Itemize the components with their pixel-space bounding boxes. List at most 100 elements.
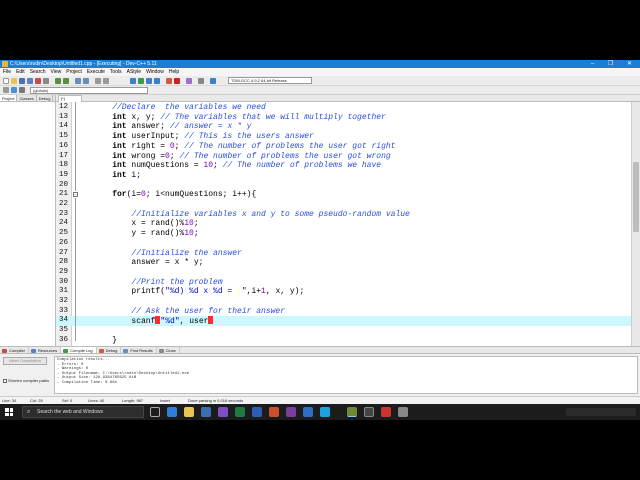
code-line[interactable]: 21 for(i=0; i<numQuestions; i++){ [56, 190, 631, 200]
code-text: int x, y; // The variables that we will … [112, 112, 386, 122]
menu-project[interactable]: Project [66, 68, 82, 76]
devcpp-taskbar-icon[interactable] [347, 407, 357, 417]
help-icon[interactable] [210, 78, 216, 84]
save-icon[interactable] [19, 78, 25, 84]
powerpoint-icon[interactable] [269, 407, 279, 417]
rebuild-icon[interactable] [154, 78, 160, 84]
side-tab-classes[interactable]: Classes [17, 95, 37, 101]
fold-toggle-icon[interactable]: − [73, 192, 78, 198]
taskbar-search-box[interactable]: ⌕ Search the web and Windows [22, 406, 144, 418]
menu-file[interactable]: File [3, 68, 11, 76]
code-text: //Initialize the answer [131, 248, 242, 258]
side-tab-debug[interactable]: Debug [37, 95, 54, 101]
menu-edit[interactable]: Edit [16, 68, 25, 76]
abort-compilation-button[interactable]: Abort Compilation [3, 357, 47, 365]
run-icon[interactable] [138, 78, 144, 84]
file-tab-untitled1[interactable]: [*] Untitled1 [58, 95, 82, 107]
goto-icon[interactable] [19, 87, 25, 93]
window-controls[interactable]: – ❐ ✕ [591, 60, 638, 68]
code-line[interactable]: 19 int i; [56, 171, 631, 181]
code-line[interactable]: 22 [56, 200, 631, 210]
code-editor[interactable]: 12 //Declare the variables we need 13 int… [56, 102, 631, 346]
code-line[interactable]: 29 [56, 268, 631, 278]
save-all-icon[interactable] [27, 78, 33, 84]
bookmark-icon[interactable] [11, 87, 17, 93]
bottom-tab-label: Compile Log [70, 348, 93, 353]
code-line[interactable]: 17 int wrong =0; // The number of proble… [56, 152, 631, 162]
menu-search[interactable]: Search [30, 68, 46, 76]
bottom-tab-debug[interactable]: Debug [97, 347, 122, 353]
code-line[interactable]: 12 //Declare the variables we need [56, 103, 631, 113]
task-view-icon[interactable] [150, 407, 160, 417]
onenote-icon[interactable] [286, 407, 296, 417]
edge-browser-icon[interactable] [167, 407, 177, 417]
indent-icon[interactable] [95, 78, 101, 84]
code-line[interactable]: 28 answer = x * y; [56, 258, 631, 268]
windows-start-icon[interactable] [5, 408, 13, 416]
replace-icon[interactable] [83, 78, 89, 84]
insert-icon[interactable] [3, 87, 9, 93]
menu-execute[interactable]: Execute [87, 68, 105, 76]
menu-help[interactable]: Help [169, 68, 179, 76]
code-line[interactable]: 25 y = rand()%10; [56, 229, 631, 239]
code-line[interactable]: 13 int x, y; // The variables that we wi… [56, 113, 631, 123]
file-explorer-icon[interactable] [184, 407, 194, 417]
media-taskbar-icon[interactable] [398, 407, 408, 417]
scrollbar-thumb[interactable] [633, 162, 639, 232]
checkbox-box[interactable] [3, 379, 7, 383]
code-line[interactable]: 27 //Initialize the answer [56, 249, 631, 259]
stop-icon[interactable] [174, 78, 180, 84]
code-line[interactable]: 35 [56, 326, 631, 336]
code-line[interactable]: 24 x = rand()%10; [56, 219, 631, 229]
recorder-taskbar-icon[interactable] [381, 407, 391, 417]
editor-vertical-scrollbar[interactable] [631, 102, 640, 346]
project-options-icon[interactable] [198, 78, 204, 84]
bottom-tab-close[interactable]: Close [157, 347, 180, 353]
code-line[interactable]: 20 [56, 181, 631, 191]
code-line[interactable]: 32 [56, 297, 631, 307]
profile-icon[interactable] [186, 78, 192, 84]
undo-icon[interactable] [55, 78, 61, 84]
menu-view[interactable]: View [51, 68, 62, 76]
skype-icon[interactable] [320, 407, 330, 417]
close-file-icon[interactable] [35, 78, 41, 84]
new-file-icon[interactable] [3, 78, 9, 84]
window-title: C:\Users\rodin\Desktop\Untitled1.cpp - [… [10, 61, 157, 67]
code-line[interactable]: 34 scanf "%d", user [56, 316, 631, 326]
compile-icon[interactable] [130, 78, 136, 84]
print-icon[interactable] [43, 78, 49, 84]
code-line[interactable]: 16 int right = 0; // The number of probl… [56, 142, 631, 152]
code-line[interactable]: 30 //Print the problem [56, 278, 631, 288]
shorten-paths-checkbox[interactable]: Shorten compiler paths [3, 378, 49, 383]
menu-window[interactable]: Window [146, 68, 164, 76]
console-taskbar-icon[interactable] [364, 407, 374, 417]
outlook-icon[interactable] [303, 407, 313, 417]
code-line[interactable]: 15 int userInput; // This is the users a… [56, 132, 631, 142]
code-line[interactable]: 36 } [56, 336, 631, 346]
store-icon[interactable] [201, 407, 211, 417]
side-tab-project[interactable]: Project [0, 95, 18, 101]
debug-icon[interactable] [166, 78, 172, 84]
word-icon[interactable] [252, 407, 262, 417]
code-line[interactable]: 26 [56, 239, 631, 249]
code-line[interactable]: 18 int numQuestions = 10; // The number … [56, 161, 631, 171]
bottom-tab-compiler[interactable]: Compiler [0, 347, 30, 353]
menu-tools[interactable]: Tools [110, 68, 122, 76]
bottom-tab-find-results[interactable]: Find Results [121, 347, 157, 353]
compile-run-icon[interactable] [146, 78, 152, 84]
unindent-icon[interactable] [103, 78, 109, 84]
code-line[interactable]: 33 // Ask the user for their answer [56, 307, 631, 317]
open-icon[interactable] [11, 78, 17, 84]
code-line[interactable]: 14 int answer; // answer = x * y [56, 122, 631, 132]
menu-astyle[interactable]: AStyle [127, 68, 141, 76]
redo-icon[interactable] [63, 78, 69, 84]
class-select[interactable]: (globals) [30, 87, 148, 94]
code-line[interactable]: 31 printf("%d) %d x %d = ",i+1, x, y); [56, 287, 631, 297]
visual-studio-icon[interactable] [218, 407, 228, 417]
excel-icon[interactable] [235, 407, 245, 417]
code-line[interactable]: 23 //Initialize variables x and y to som… [56, 210, 631, 220]
find-icon[interactable] [75, 78, 81, 84]
compiler-select[interactable]: TDM-GCC 4.9.2 64-bit Release [228, 77, 312, 84]
bottom-tab-compile-log[interactable]: Compile Log [61, 347, 97, 353]
bottom-tab-resources[interactable]: Resources [29, 347, 62, 353]
